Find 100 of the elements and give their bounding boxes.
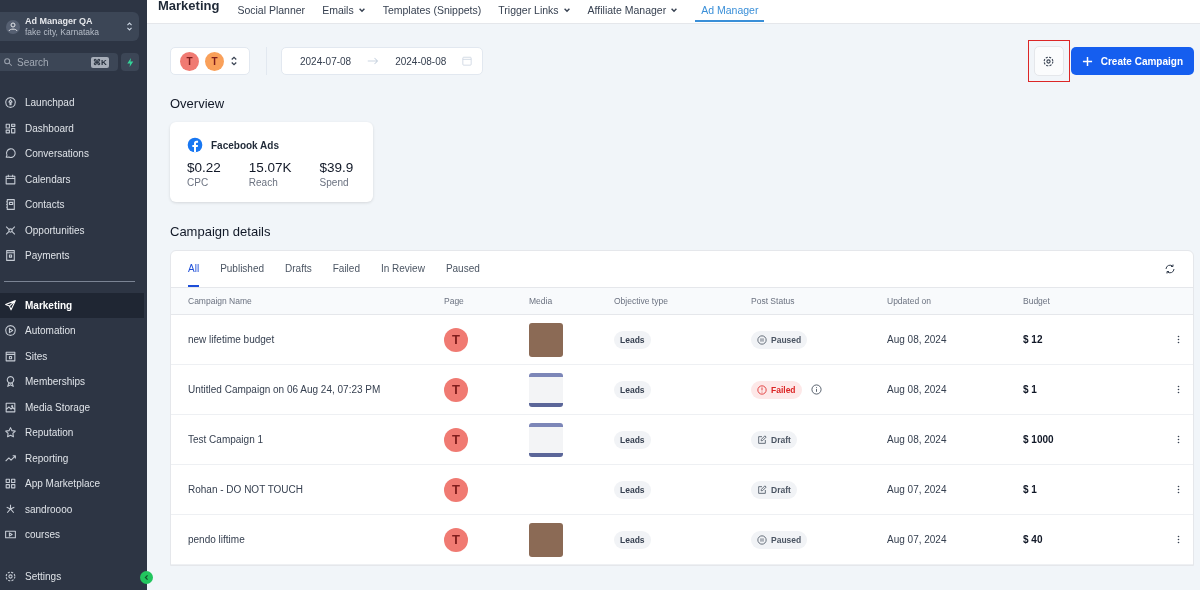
filter-tab[interactable]: Published (220, 251, 265, 287)
grid-icon (4, 121, 17, 135)
page-avatar: T (444, 327, 468, 352)
updated-date: Aug 08, 2024 (887, 384, 948, 395)
updated-date: Aug 07, 2024 (887, 534, 948, 545)
grid-icon (4, 477, 17, 491)
search-input[interactable]: Search (17, 56, 87, 68)
objective-tag: Leads (614, 331, 651, 349)
sidebar-item[interactable]: Payments (0, 243, 147, 269)
filter-tab[interactable]: Drafts (285, 251, 312, 287)
budget-amount: $ 1 (1023, 484, 1038, 495)
sidebar-item[interactable]: Marketing (0, 292, 144, 318)
page-avatar: T (444, 377, 468, 402)
star-icon (4, 426, 17, 440)
budget-amount: $ 40 (1023, 534, 1044, 545)
updated-date: Aug 07, 2024 (887, 484, 948, 495)
arrow-right-icon (367, 57, 380, 65)
settings-button[interactable] (1033, 46, 1064, 76)
sidebar-item[interactable]: Memberships (0, 369, 147, 395)
objective-tag: Leads (614, 431, 651, 449)
sidebar-item[interactable]: Calendars (0, 166, 147, 192)
budget-amount: $ 1000 (1023, 434, 1055, 445)
sidebar-item[interactable]: Dashboard (0, 115, 147, 141)
column-header: Campaign Name (188, 296, 253, 306)
date-range-field[interactable]: 2024-07-08 2024-08-08 (281, 47, 484, 75)
status-tag: Draft (751, 480, 797, 499)
pause-icon (757, 334, 767, 345)
shortcut-hint: ⌘K (91, 56, 109, 68)
nav-tab[interactable]: Affiliate Manager (587, 0, 679, 20)
browser-window-icon (4, 349, 17, 363)
section-heading: Campaign details (170, 224, 272, 239)
edit-icon (757, 484, 767, 495)
sidebar-item[interactable]: Launchpad (0, 90, 147, 116)
chat-bubble-icon (4, 147, 17, 161)
account-name: Ad Manager QA (25, 15, 94, 27)
sidebar-item[interactable]: Automation (0, 318, 147, 344)
budget-amount: $ 1 (1023, 384, 1038, 395)
info-icon[interactable] (810, 384, 822, 395)
status-tag: Paused (751, 330, 808, 349)
sidebar-item[interactable]: sandroooo (0, 496, 147, 522)
objective-tag: Leads (614, 481, 651, 499)
pause-icon (757, 534, 767, 545)
image-icon (4, 400, 17, 414)
receipt-icon (4, 249, 17, 263)
metric-value: 15.07K (248, 160, 292, 175)
alert-icon (757, 384, 767, 395)
sidebar-item[interactable]: courses (0, 522, 147, 548)
sidebar-item[interactable]: Sites (0, 343, 147, 369)
calendar-icon (4, 172, 17, 186)
facebook-icon (187, 137, 203, 153)
filter-tab[interactable]: Paused (445, 251, 480, 287)
page-title: Marketing (158, 0, 220, 13)
updated-date: Aug 08, 2024 (887, 434, 948, 445)
card-title: Facebook Ads (211, 139, 279, 151)
create-campaign-button[interactable]: Create Campaign (1070, 47, 1194, 75)
sidebar-item[interactable]: Media Storage (0, 394, 147, 420)
chevron-up-down-icon (230, 55, 238, 67)
budget-amount: $ 12 (1023, 334, 1044, 345)
filter-tab[interactable]: In Review (380, 251, 425, 287)
page-avatar: T (205, 51, 224, 71)
page-avatar: T (180, 51, 199, 71)
column-header: Media (529, 296, 554, 306)
calendar-icon (462, 56, 473, 66)
status-tag: Draft (751, 430, 797, 449)
campaign-name: Test Campaign 1 (188, 434, 265, 445)
nav-tab[interactable]: Ad Manager (695, 0, 765, 22)
filter-tab[interactable]: Failed (332, 251, 360, 287)
search-icon (3, 57, 13, 67)
sidebar-item[interactable]: Opportunities (0, 217, 147, 243)
sidebar-item[interactable]: Reporting (0, 445, 147, 471)
nav-tab[interactable]: Social Planner (237, 0, 306, 20)
campaign-name: Rohan - DO NOT TOUCH (188, 484, 305, 495)
objective-tag: Leads (614, 531, 651, 549)
sidebar-item[interactable]: Reputation (0, 420, 147, 446)
column-header: Objective type (614, 296, 669, 306)
nav-tab[interactable]: Trigger Links (498, 0, 571, 20)
nav-tab[interactable]: Templates (Snippets) (382, 0, 482, 20)
column-header: Updated on (887, 296, 932, 306)
sidebar-item[interactable]: App Marketplace (0, 471, 147, 497)
nav-tab[interactable]: Emails (322, 0, 366, 20)
account-location: fake city, Karnataka (25, 26, 101, 38)
search-field[interactable]: Search ⌘K (0, 53, 118, 71)
column-header: Budget (1023, 296, 1051, 306)
status-tag: Paused (751, 530, 808, 549)
refresh-icon[interactable] (1164, 263, 1176, 275)
sidebar-item[interactable]: Conversations (0, 141, 147, 167)
chevron-left-icon (143, 574, 150, 581)
lightning-button[interactable] (121, 53, 139, 71)
page-avatar: T (444, 477, 468, 502)
metric-value: $0.22 (187, 160, 221, 175)
campaign-name: new lifetime budget (188, 334, 276, 345)
paper-plane-icon (4, 298, 17, 312)
sidebar-item[interactable]: Contacts (0, 192, 147, 218)
settings-icon (1042, 54, 1056, 68)
campaign-name: pendo liftime (188, 534, 246, 545)
page-selector[interactable]: T T (170, 47, 250, 75)
settings-item[interactable]: Settings (0, 563, 137, 589)
address-book-icon (4, 198, 17, 212)
edit-icon (757, 434, 767, 445)
account-switcher[interactable]: Ad Manager QA fake city, Karnataka (0, 12, 139, 41)
